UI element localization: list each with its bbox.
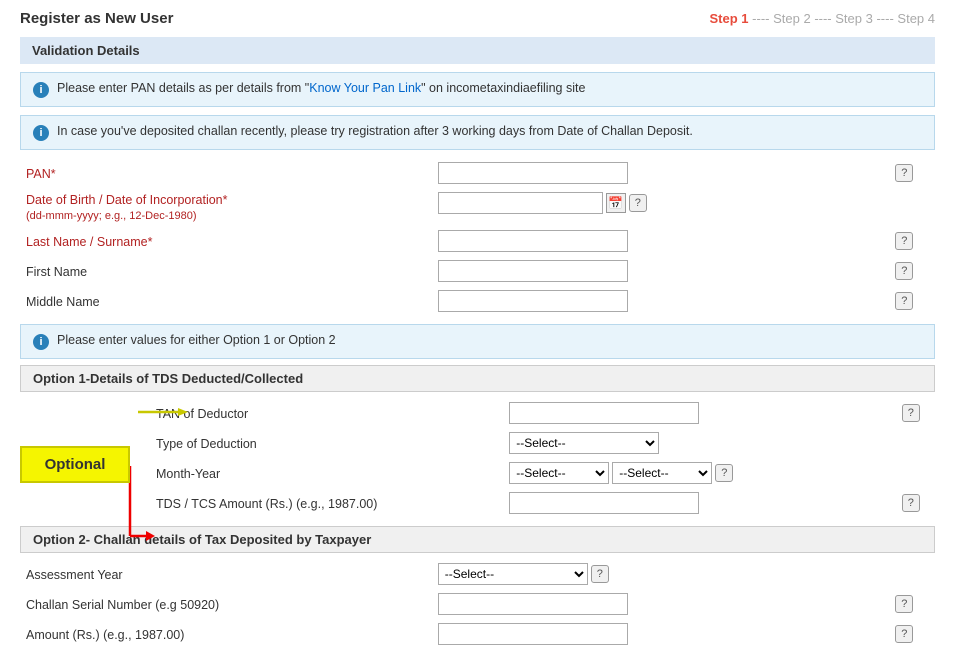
month-year-help-button[interactable]: ? xyxy=(715,464,733,482)
info-box-3: i Please enter values for either Option … xyxy=(20,324,935,359)
dob-sub: (dd-mmm-yyyy; e.g., 12-Dec-1980) xyxy=(26,210,197,222)
firstname-input[interactable] xyxy=(438,260,628,282)
step-sep2: ---- xyxy=(814,11,835,26)
option1-header: Option 1-Details of TDS Deducted/Collect… xyxy=(20,365,935,392)
assessment-year-select[interactable]: --Select-- 2023-242022-232021-222020-21 xyxy=(438,563,588,585)
option2-header: Option 2- Challan details of Tax Deposit… xyxy=(20,526,935,553)
type-deduction-label: Type of Deduction xyxy=(156,437,257,451)
header-row: Register as New User Step 1 ---- Step 2 … xyxy=(20,10,935,27)
challan-serial-row: Challan Serial Number (e.g 50920) ? xyxy=(20,589,935,619)
info-icon-1: i xyxy=(33,82,49,98)
option1-table: TAN of Deductor ? Type of Deduction --Se… xyxy=(150,398,935,518)
lastname-help-button[interactable]: ? xyxy=(895,232,913,250)
type-of-deduction-row: Type of Deduction --Select-- TDS TCS xyxy=(150,428,935,458)
steps: Step 1 ---- Step 2 ---- Step 3 ---- Step… xyxy=(710,11,935,26)
lastname-input[interactable] xyxy=(438,230,628,252)
pan-help-button[interactable]: ? xyxy=(895,164,913,182)
step4-label: Step 4 xyxy=(897,11,935,26)
tan-input[interactable] xyxy=(509,402,699,424)
step3-label: Step 3 xyxy=(835,11,873,26)
tan-row: TAN of Deductor ? xyxy=(150,398,935,428)
assessment-year-help-button[interactable]: ? xyxy=(591,565,609,583)
middlename-input[interactable] xyxy=(438,290,628,312)
calendar-button[interactable]: 📅 xyxy=(606,193,626,213)
dob-row: Date of Birth / Date of Incorporation* (… xyxy=(20,188,935,226)
info-icon-2: i xyxy=(33,125,49,141)
amount-input[interactable] xyxy=(438,623,628,645)
step2-label: Step 2 xyxy=(773,11,811,26)
info-box-1: i Please enter PAN details as per detail… xyxy=(20,72,935,107)
step-sep1: ---- xyxy=(752,11,773,26)
year-select[interactable]: --Select-- 2023202220212020 xyxy=(612,462,712,484)
info-text-1: Please enter PAN details as per details … xyxy=(57,81,585,95)
challan-input[interactable] xyxy=(438,593,628,615)
amount-help-button[interactable]: ? xyxy=(895,625,913,643)
dob-help-button[interactable]: ? xyxy=(629,194,647,212)
step-sep3: ---- xyxy=(876,11,897,26)
month-year-label: Month-Year xyxy=(156,467,220,481)
pan-input[interactable] xyxy=(438,162,628,184)
challan-help-button[interactable]: ? xyxy=(895,595,913,613)
tds-amount-input[interactable] xyxy=(509,492,699,514)
middlename-help-button[interactable]: ? xyxy=(895,292,913,310)
firstname-help-button[interactable]: ? xyxy=(895,262,913,280)
tds-amount-row: TDS / TCS Amount (Rs.) (e.g., 1987.00) ? xyxy=(150,488,935,518)
info-icon-3: i xyxy=(33,334,49,350)
type-deduction-select[interactable]: --Select-- TDS TCS xyxy=(509,432,659,454)
page-title: Register as New User xyxy=(20,10,173,27)
info-text-3: Please enter values for either Option 1 … xyxy=(57,333,336,347)
tan-help-button[interactable]: ? xyxy=(902,404,920,422)
pan-label: PAN* xyxy=(26,167,56,181)
option2-table: Assessment Year --Select-- 2023-242022-2… xyxy=(20,559,935,649)
middlename-label: Middle Name xyxy=(26,295,100,309)
lastname-row: Last Name / Surname* ? xyxy=(20,226,935,256)
validation-section-header: Validation Details xyxy=(20,37,935,64)
info-box-2: i In case you've deposited challan recen… xyxy=(20,115,935,150)
assessment-year-row: Assessment Year --Select-- 2023-242022-2… xyxy=(20,559,935,589)
know-your-pan-link[interactable]: Know Your Pan Link xyxy=(309,81,421,95)
arrow-right-annotation xyxy=(138,402,188,422)
amount-label: Amount (Rs.) (e.g., 1987.00) xyxy=(26,628,184,642)
tds-amount-label: TDS / TCS Amount (Rs.) (e.g., 1987.00) xyxy=(156,497,377,511)
firstname-label: First Name xyxy=(26,265,87,279)
middlename-row: Middle Name ? xyxy=(20,286,935,316)
firstname-row: First Name ? xyxy=(20,256,935,286)
dob-label: Date of Birth / Date of Incorporation* xyxy=(26,193,228,207)
month-select[interactable]: --Select-- JanuaryFebruaryMarch AprilMay… xyxy=(509,462,609,484)
optional-badge: Optional xyxy=(20,446,130,483)
month-year-row: Month-Year --Select-- JanuaryFebruaryMar… xyxy=(150,458,935,488)
dob-input[interactable] xyxy=(438,192,603,214)
pan-row: PAN* ? xyxy=(20,158,935,188)
amount-row: Amount (Rs.) (e.g., 1987.00) ? xyxy=(20,619,935,649)
step1-label: Step 1 xyxy=(710,11,749,26)
challan-label: Challan Serial Number (e.g 50920) xyxy=(26,598,219,612)
lastname-label: Last Name / Surname* xyxy=(26,235,152,249)
info-text-2: In case you've deposited challan recentl… xyxy=(57,124,693,138)
tds-amount-help-button[interactable]: ? xyxy=(902,494,920,512)
basic-details-table: PAN* ? Date of Birth / Date of Incorpora… xyxy=(20,158,935,316)
